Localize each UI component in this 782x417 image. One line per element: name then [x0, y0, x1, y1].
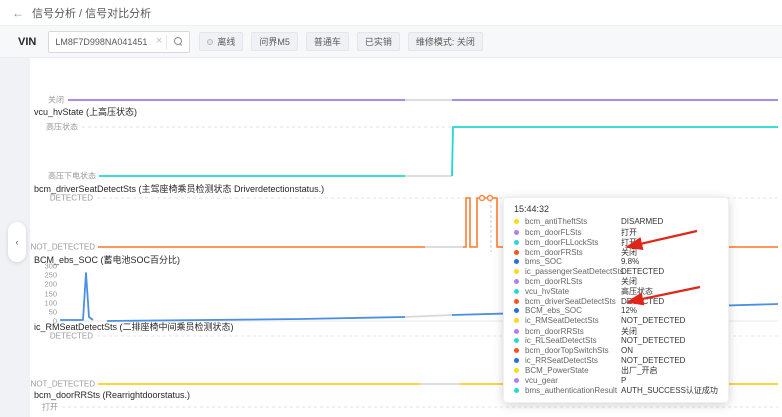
tooltip-row: bcm_doorTopSwitchStsON: [514, 346, 718, 356]
signal-dot-icon: [514, 269, 519, 274]
tooltip-row: bcm_driverSeatDetectStsDETECTED: [514, 296, 718, 306]
signal-dot-icon: [514, 299, 519, 304]
tooltip-row: vcu_hvState高压状态: [514, 286, 718, 296]
tooltip-time: 15:44:32: [514, 204, 718, 214]
signal-dot-icon: [514, 388, 519, 393]
search-button[interactable]: [167, 32, 189, 52]
signal-value: ON: [621, 346, 718, 355]
signal-name: bcm_doorFLLockSts: [525, 238, 621, 247]
page-header: ← 信号分析 / 信号对比分析: [0, 0, 782, 26]
signal-dot-icon: [514, 338, 519, 343]
signal-value: P: [621, 376, 718, 385]
tooltip-row: ic_RRSeatDetectStsNOT_DETECTED: [514, 355, 718, 365]
signal-value: 12%: [621, 306, 718, 315]
signal-dot-icon: [514, 358, 519, 363]
back-arrow-icon[interactable]: ←: [12, 6, 24, 20]
signal-dot-icon: [514, 329, 519, 334]
tooltip-row: ic_RMSeatDetectStsNOT_DETECTED: [514, 316, 718, 326]
signal-dot-icon: [514, 279, 519, 284]
signal-name: ic_RRSeatDetectSts: [525, 356, 621, 365]
tooltip-row: bcm_doorFLSts打开: [514, 227, 718, 237]
chevron-left-icon: ‹: [16, 238, 19, 247]
signal-dot-icon: [514, 250, 519, 255]
status-badges: 离线 问界M5 普通车 已实销 维修模式: 关闭: [199, 32, 483, 51]
signal-dot-icon: [514, 219, 519, 224]
signal-name: vcu_hvState: [525, 287, 621, 296]
signal-tooltip: 15:44:32 bcm_antiTheftStsDISARMEDbcm_doo…: [503, 197, 729, 403]
badge-label: 维修模式: 关闭: [416, 35, 475, 48]
status-badge: 维修模式: 关闭: [408, 32, 483, 51]
signal-value: DETECTED: [621, 267, 718, 276]
search-icon: [174, 37, 183, 46]
tooltip-row: ic_RLSeatDetectStsNOT_DETECTED: [514, 336, 718, 346]
signal-dot-icon: [514, 230, 519, 235]
tooltip-row: bcm_doorRLSts关闭: [514, 276, 718, 286]
signal-name: bcm_doorTopSwitchSts: [525, 346, 621, 355]
signal-dot-icon: [514, 240, 519, 245]
signal-name: vcu_gear: [525, 376, 621, 385]
signal-name: BCM_ebs_SOC: [525, 306, 621, 315]
signal-name: bcm_doorFLSts: [525, 228, 621, 237]
signal-dot-icon: [514, 318, 519, 323]
signal-name: bcm_antiTheftSts: [525, 217, 621, 226]
signal-name: bms_authenticationResult: [525, 386, 621, 395]
signal-name: ic_RMSeatDetectSts: [525, 316, 621, 325]
signal-value: DETECTED: [621, 297, 718, 306]
tooltip-row: BCM_PowerState出厂_开启: [514, 365, 718, 375]
signal-name: bcm_doorFRSts: [525, 248, 621, 257]
tooltip-row: bcm_doorFLLockSts打开: [514, 237, 718, 247]
vin-label: VIN: [18, 36, 36, 48]
signal-name: ic_passengerSeatDetectSts: [525, 267, 621, 276]
collapse-handle[interactable]: ‹: [8, 222, 26, 262]
status-badge: 问界M5: [251, 32, 298, 51]
signal-value: NOT_DETECTED: [621, 316, 718, 325]
tooltip-row: vcu_gearP: [514, 375, 718, 385]
signal-name: ic_RLSeatDetectSts: [525, 336, 621, 345]
signal-name: bcm_doorRLSts: [525, 277, 621, 286]
signal-name: bms_SOC: [525, 257, 621, 266]
vin-search-group: ×: [48, 31, 190, 53]
offline-dot-icon: [207, 39, 213, 45]
tooltip-row: bms_SOC9.8%: [514, 257, 718, 267]
signal-value: DISARMED: [621, 217, 718, 226]
signal-dot-icon: [514, 289, 519, 294]
status-badge: 离线: [199, 32, 243, 51]
tooltip-row: bms_authenticationResultAUTH_SUCCESS认证成功: [514, 385, 718, 395]
badge-label: 离线: [217, 35, 235, 48]
clear-icon[interactable]: ×: [152, 36, 166, 47]
signal-dot-icon: [514, 378, 519, 383]
signal-dot-icon: [514, 308, 519, 313]
vin-toolbar: VIN × 离线 问界M5 普通车 已实销 维修模式: 关闭: [0, 26, 782, 58]
signal-name: bcm_driverSeatDetectSts: [525, 297, 621, 306]
signal-dot-icon: [514, 259, 519, 264]
signal-name: bcm_doorRRSts: [525, 327, 621, 336]
signal-value: 9.8%: [621, 257, 718, 266]
signal-value: NOT_DETECTED: [621, 336, 718, 345]
signal-dot-icon: [514, 348, 519, 353]
signal-value: NOT_DETECTED: [621, 356, 718, 365]
signal-dot-icon: [514, 368, 519, 373]
tooltip-row: bcm_doorFRSts关闭: [514, 247, 718, 257]
status-badge: 普通车: [306, 32, 349, 51]
badge-label: 已实销: [365, 35, 392, 48]
status-badge: 已实销: [357, 32, 400, 51]
breadcrumb[interactable]: 信号分析 / 信号对比分析: [32, 5, 151, 21]
signal-name: BCM_PowerState: [525, 366, 621, 375]
badge-label: 问界M5: [259, 35, 290, 48]
vin-input[interactable]: [49, 37, 152, 47]
tooltip-row: bcm_antiTheftStsDISARMED: [514, 217, 718, 227]
tooltip-row: bcm_doorRRSts关闭: [514, 326, 718, 336]
tooltip-row: BCM_ebs_SOC12%: [514, 306, 718, 316]
tooltip-row: ic_passengerSeatDetectStsDETECTED: [514, 266, 718, 276]
signal-value: AUTH_SUCCESS认证成功: [621, 385, 718, 396]
badge-label: 普通车: [314, 35, 341, 48]
